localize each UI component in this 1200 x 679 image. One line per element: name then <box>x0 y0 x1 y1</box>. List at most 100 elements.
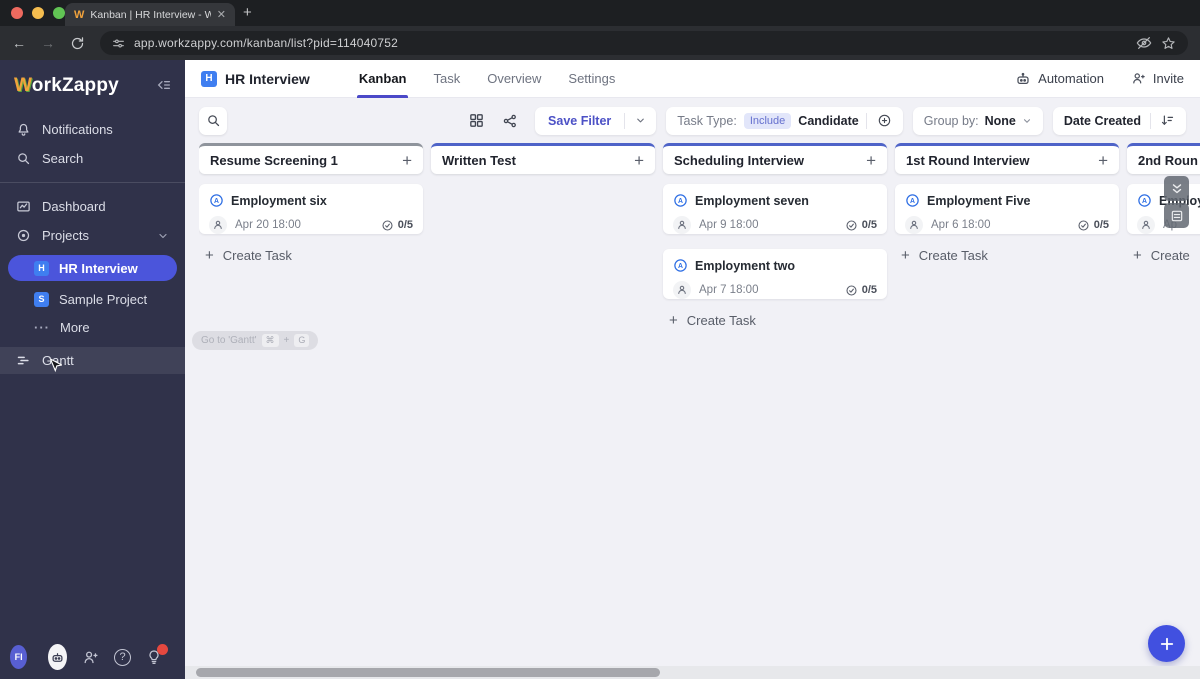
add-task-icon[interactable]: + <box>866 152 876 169</box>
create-task-button[interactable]: + Create Task <box>895 248 1119 263</box>
create-task-label: Create <box>1150 248 1190 263</box>
task-card[interactable]: A Employment six Apr 20 18:00 0/5 <box>199 184 423 234</box>
browser-tab[interactable]: W Kanban | HR Interview - Wor ✕ <box>65 3 235 26</box>
sidebar-item-more[interactable]: ··· More <box>0 313 185 341</box>
svg-text:A: A <box>678 263 683 270</box>
due-date: Apr 7 18:00 <box>699 284 759 296</box>
add-filter-icon[interactable] <box>874 113 892 128</box>
hr-interview-label: HR Interview <box>59 260 138 276</box>
forward-button[interactable]: → <box>41 36 55 50</box>
invite-button[interactable]: Invite <box>1131 71 1184 86</box>
create-task-button[interactable]: + Create Task <box>199 248 423 263</box>
create-task-label: Create Task <box>222 248 292 263</box>
column-header[interactable]: 2nd Roun <box>1127 143 1200 174</box>
invite-label: Invite <box>1152 71 1184 86</box>
sort-dropdown[interactable]: Date Created <box>1052 106 1186 135</box>
new-tab-button[interactable]: + <box>243 3 252 23</box>
include-chip[interactable]: Include <box>743 112 792 129</box>
task-title: Employment six <box>231 193 327 208</box>
column-title: 1st Round Interview <box>906 152 1030 168</box>
tab-settings[interactable]: Settings <box>566 60 617 98</box>
bookmark-star-icon[interactable] <box>1161 36 1176 51</box>
column-header[interactable]: Resume Screening 1 + <box>199 143 423 174</box>
sort-order-icon[interactable] <box>1160 113 1175 128</box>
column-title: Resume Screening 1 <box>210 152 338 168</box>
create-task-label: Create Task <box>918 248 988 263</box>
back-button[interactable]: ← <box>12 36 26 50</box>
svg-text:A: A <box>1142 198 1147 205</box>
column-title: Written Test <box>442 152 516 168</box>
assignee-icon[interactable] <box>673 216 691 234</box>
sidebar-item-hr-interview[interactable]: H HR Interview <box>8 255 177 281</box>
assignee-icon[interactable] <box>673 281 691 299</box>
share-icon[interactable] <box>502 113 518 129</box>
checklist-count: 0/5 <box>381 219 413 232</box>
gantt-icon <box>16 353 31 368</box>
scroll-down-button[interactable] <box>1164 176 1189 201</box>
column-title: Scheduling Interview <box>674 152 805 168</box>
board-search-button[interactable] <box>199 106 227 135</box>
sidebar-item-notifications[interactable]: Notifications <box>0 115 185 144</box>
task-card[interactable]: A Employment two Apr 7 18:00 0/5 <box>663 249 887 299</box>
board-view-icon[interactable] <box>468 112 485 129</box>
sidebar-item-projects[interactable]: Projects <box>0 221 185 250</box>
whats-new-bulb-icon[interactable] <box>146 644 168 665</box>
save-filter-button[interactable]: Save Filter <box>535 106 657 135</box>
site-settings-icon[interactable] <box>112 37 125 50</box>
tab-task[interactable]: Task <box>431 60 462 98</box>
candidate-type-icon: A <box>673 193 688 208</box>
detail-view-button[interactable] <box>1164 203 1189 228</box>
url-bar[interactable]: app.workzappy.com/kanban/list?pid=114040… <box>100 31 1188 55</box>
group-by-dropdown[interactable]: Group by: None <box>912 106 1043 135</box>
minimize-window-button[interactable] <box>32 7 44 19</box>
task-title: Employment two <box>695 258 796 273</box>
user-avatar[interactable]: FI <box>10 645 28 669</box>
assignee-icon[interactable] <box>209 216 227 234</box>
create-task-button[interactable]: + Create <box>1127 248 1200 263</box>
chevron-down-icon[interactable] <box>625 115 656 126</box>
assignee-icon[interactable] <box>905 216 923 234</box>
due-date: Apr 20 18:00 <box>235 219 301 231</box>
create-task-button[interactable]: + Create Task <box>663 313 887 328</box>
sidebar-item-sample-project[interactable]: S Sample Project <box>0 285 185 313</box>
tab-kanban[interactable]: Kanban <box>356 60 409 98</box>
eye-hidden-icon[interactable] <box>1136 35 1152 51</box>
project-initial-icon: S <box>34 291 49 307</box>
tab-overview[interactable]: Overview <box>485 60 543 98</box>
tab-close-icon[interactable]: ✕ <box>217 8 226 21</box>
close-window-button[interactable] <box>11 7 23 19</box>
task-card[interactable]: A Employment seven Apr 9 18:00 0/5 <box>663 184 887 234</box>
search-label: Search <box>42 151 84 166</box>
add-task-icon[interactable]: + <box>402 152 412 169</box>
horizontal-scrollbar[interactable] <box>185 666 1200 679</box>
candidate-type-icon: A <box>209 193 224 208</box>
sidebar-item-search[interactable]: Search <box>0 144 185 173</box>
sidebar-item-dashboard[interactable]: Dashboard <box>0 192 185 221</box>
task-type-filter[interactable]: Task Type: Include Candidate <box>666 106 903 135</box>
add-new-fab-button[interactable] <box>1148 625 1185 662</box>
column-header[interactable]: Written Test + <box>431 143 655 174</box>
collapse-sidebar-icon[interactable] <box>156 77 172 93</box>
assignee-icon[interactable] <box>1137 216 1155 234</box>
notifications-label: Notifications <box>42 122 113 137</box>
candidate-type-icon: A <box>1137 193 1152 208</box>
column-header[interactable]: Scheduling Interview + <box>663 143 887 174</box>
chevron-down-icon[interactable] <box>157 230 169 242</box>
invite-user-icon[interactable] <box>82 649 99 666</box>
task-card[interactable]: A Employment Five Apr 6 18:00 0/5 <box>895 184 1119 234</box>
add-task-icon[interactable]: + <box>634 152 644 169</box>
scrollbar-thumb[interactable] <box>196 668 660 677</box>
sidebar-item-gantt[interactable]: Gantt <box>0 347 185 374</box>
help-icon[interactable]: ? <box>114 648 131 666</box>
automation-button[interactable]: Automation <box>1015 71 1104 87</box>
svg-text:A: A <box>214 198 219 205</box>
add-task-icon[interactable]: + <box>1098 152 1108 169</box>
assistant-bot-icon[interactable] <box>48 644 67 670</box>
sidebar: WorkZappy Notifications Search Dashboard <box>0 60 185 679</box>
column-header[interactable]: 1st Round Interview + <box>895 143 1119 174</box>
column-written-test: Written Test + <box>431 143 655 666</box>
task-title: Employment Five <box>927 193 1031 208</box>
browser-toolbar: ← → app.workzappy.com/kanban/list?pid=11… <box>0 26 1200 60</box>
reload-button[interactable] <box>70 36 85 51</box>
maximize-window-button[interactable] <box>53 7 65 19</box>
